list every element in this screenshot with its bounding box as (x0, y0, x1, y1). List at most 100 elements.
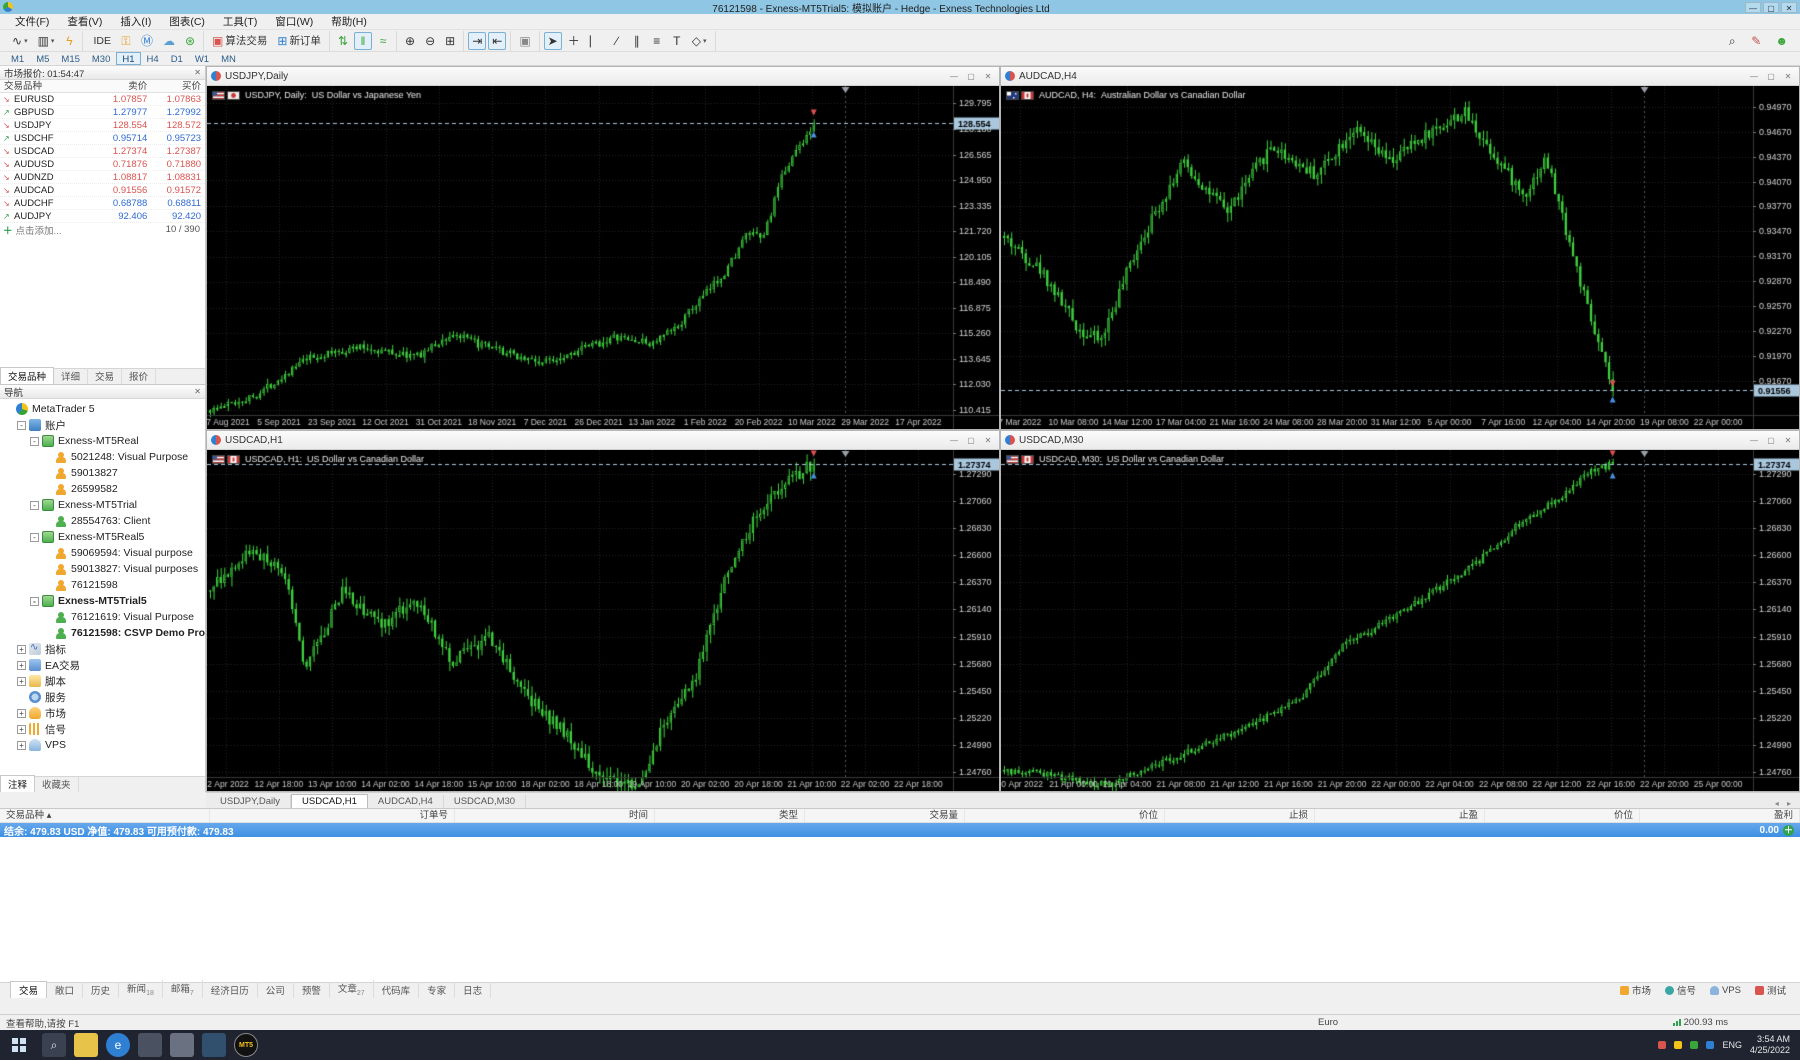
menu-item-0[interactable]: 文件(F) (6, 13, 58, 30)
edit-button[interactable]: ✎ (1747, 32, 1765, 50)
taskbar-clock[interactable]: 3:54 AM 4/25/2022 (1750, 1034, 1790, 1057)
close-chart-button[interactable]: ✕ (981, 436, 995, 445)
channel-button[interactable]: ∥ (628, 32, 646, 50)
timeframe-mn[interactable]: MN (215, 52, 242, 65)
vline-button[interactable]: ⎸ (586, 32, 606, 50)
taskbar-app-icon[interactable] (170, 1033, 194, 1057)
search-button[interactable]: ⌕ (1723, 32, 1741, 50)
toolbox-column-6[interactable]: 止损 (1165, 809, 1315, 822)
metaquotes-button[interactable]: Ⓜ (137, 32, 157, 50)
toolbox-tab-新闻[interactable]: 新闻18 (119, 980, 163, 998)
timeframe-m15[interactable]: M15 (55, 52, 85, 65)
taskbar-search-icon[interactable]: ⌕ (42, 1033, 66, 1057)
close-chart-button[interactable]: ✕ (1781, 436, 1795, 445)
toolbox-column-9[interactable]: 盈利 (1640, 809, 1800, 822)
new-order-button[interactable]: ⊞ 新订单 (273, 32, 325, 50)
tree-item[interactable]: - Exness-MT5Trial5 (2, 593, 205, 609)
minimize-chart-button[interactable]: — (1747, 436, 1761, 445)
chart-window-titlebar[interactable]: USDJPY,Daily — ▢ ✕ (207, 67, 999, 86)
language-indicator[interactable]: ENG (1722, 1040, 1742, 1050)
timeframe-m5[interactable]: M5 (30, 52, 55, 65)
expand-toggle-icon[interactable]: + (17, 724, 26, 734)
tree-item[interactable]: + 市场 (2, 705, 205, 721)
chart-window-titlebar[interactable]: AUDCAD,H4 — ▢ ✕ (1001, 67, 1799, 86)
new-order-plus-icon[interactable]: ＋ (1783, 824, 1794, 836)
maximize-chart-button[interactable]: ▢ (964, 436, 978, 445)
market-watch-row[interactable]: ↘ USDCAD 1.27374 1.27387 (0, 145, 205, 158)
market-watch-row[interactable]: ↘ USDJPY 128.554 128.572 (0, 119, 205, 132)
timeframe-h1[interactable]: H1 (116, 52, 141, 65)
connection-status[interactable]: 200.93 ms (1672, 1017, 1728, 1028)
market-watch-row[interactable]: ↗ USDCHF 0.95714 0.95723 (0, 132, 205, 145)
tree-item[interactable]: - 账户 (2, 417, 205, 433)
toolbox-column-2[interactable]: 时间 (455, 809, 655, 822)
zoom-in-button[interactable]: ⊕ (401, 32, 419, 50)
line-chart-button[interactable]: ≈ (374, 32, 392, 50)
chart-canvas-USDCAD,H1[interactable] (207, 450, 999, 791)
chart-window-titlebar[interactable]: USDCAD,H1 — ▢ ✕ (207, 431, 999, 450)
toolbox-column-1[interactable]: 订单号 (210, 809, 455, 822)
timeframe-m30[interactable]: M30 (86, 52, 116, 65)
toolbox-tab-预警[interactable]: 预警 (294, 982, 330, 998)
tree-item[interactable]: + EA交易 (2, 657, 205, 673)
navigator-tab-收藏夹[interactable]: 收藏夹 (35, 776, 79, 792)
toolbox-column-0[interactable]: 交易品种 ▴ (0, 809, 210, 822)
toolbox-column-7[interactable]: 止盈 (1315, 809, 1485, 822)
tree-item[interactable]: 28554763: Client (2, 513, 205, 529)
chart-window-titlebar[interactable]: USDCAD,M30 — ▢ ✕ (1001, 431, 1799, 450)
panel-tab-市场[interactable]: 市场 (1614, 982, 1657, 998)
toolbox-tab-经济日历[interactable]: 经济日历 (203, 982, 258, 998)
market-watch-tab-详细[interactable]: 详细 (54, 368, 89, 384)
toolbox-tab-日志[interactable]: 日志 (455, 982, 492, 998)
market-watch-tab-交易品种[interactable]: 交易品种 (0, 367, 55, 384)
shift-end-button[interactable]: ⇥ (468, 31, 487, 50)
expand-toggle-icon[interactable]: - (17, 420, 26, 430)
toolbox-tab-邮箱[interactable]: 邮箱7 (163, 980, 203, 998)
market-watch-row[interactable]: ↗ GBPUSD 1.27977 1.27992 (0, 106, 205, 119)
minimize-window-button[interactable]: — (1745, 1, 1761, 13)
tree-item[interactable]: MetaTrader 5 (2, 401, 205, 417)
expand-toggle-icon[interactable]: + (17, 644, 26, 654)
market-watch-row[interactable]: ↘ AUDUSD 0.71876 0.71880 (0, 158, 205, 171)
tree-item[interactable]: - Exness-MT5Real (2, 433, 205, 449)
column-ask[interactable]: 买价 (151, 80, 205, 92)
tree-item[interactable]: + 指标 (2, 641, 205, 657)
minimize-chart-button[interactable]: — (947, 72, 961, 81)
auto-scroll-button[interactable]: ⇤ (488, 31, 507, 50)
toolbox-tab-交易[interactable]: 交易 (10, 981, 48, 998)
maximize-chart-button[interactable]: ▢ (1764, 72, 1778, 81)
tray-icon[interactable] (1690, 1041, 1699, 1049)
tile-windows-button[interactable]: ⊞ (441, 32, 459, 50)
panel-tab-信号[interactable]: 信号 (1659, 982, 1702, 998)
chart-canvas-AUDCAD,H4[interactable] (1001, 86, 1799, 429)
menu-item-6[interactable]: 帮助(H) (322, 13, 376, 30)
shapes-button[interactable]: ◇ ▾ (688, 32, 711, 50)
taskbar-browser-icon[interactable]: e (106, 1033, 130, 1057)
tree-item[interactable]: 59013827 (2, 465, 205, 481)
tree-item[interactable]: - Exness-MT5Real5 (2, 529, 205, 545)
toolbox-tab-公司[interactable]: 公司 (258, 982, 294, 998)
chart-tab-AUDCAD,H4[interactable]: AUDCAD,H4 (368, 795, 444, 808)
expand-toggle-icon[interactable]: - (30, 596, 39, 606)
ide-button[interactable]: IDE (87, 32, 115, 50)
minimize-chart-button[interactable]: — (947, 436, 961, 445)
tray-icon[interactable] (1706, 1041, 1715, 1049)
tree-item[interactable]: 76121598: CSVP Demo Pro (2, 625, 205, 641)
chart-tab-USDJPY,Daily[interactable]: USDJPY,Daily (210, 795, 292, 808)
tree-item[interactable]: 服务 (2, 689, 205, 705)
timeframe-h4[interactable]: H4 (141, 52, 165, 65)
market-watch-tab-交易[interactable]: 交易 (88, 368, 123, 384)
close-icon[interactable]: ✕ (194, 68, 201, 77)
toolbox-tab-专家[interactable]: 专家 (419, 982, 456, 998)
tree-item[interactable]: + 脚本 (2, 673, 205, 689)
crosshair-button[interactable]: ＋ (564, 32, 584, 50)
start-button[interactable] (12, 1038, 26, 1052)
market-watch-row[interactable]: ↘ AUDCHF 0.68788 0.68811 (0, 197, 205, 210)
chart-canvas-USDJPY,Daily[interactable] (207, 86, 999, 429)
toolbox-tab-敞口[interactable]: 敞口 (47, 982, 84, 998)
tree-item[interactable]: 59069594: Visual purpose (2, 545, 205, 561)
market-watch-row[interactable]: ↘ AUDCAD 0.91556 0.91572 (0, 184, 205, 197)
taskbar-app-icon[interactable] (138, 1033, 162, 1057)
timeframe-d1[interactable]: D1 (165, 52, 189, 65)
maximize-chart-button[interactable]: ▢ (964, 72, 978, 81)
